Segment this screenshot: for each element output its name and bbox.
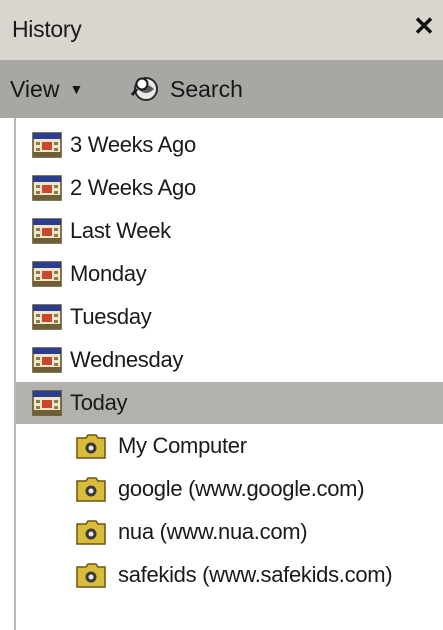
history-day-label: Tuesday <box>70 304 152 329</box>
folder-icon <box>76 563 106 588</box>
history-day-item[interactable]: 3 Weeks Ago <box>16 124 443 166</box>
history-day-label: Wednesday <box>70 347 184 372</box>
history-site-item[interactable]: My Computer <box>16 425 443 467</box>
history-site-label: safekids (www.safekids.com) <box>118 562 393 587</box>
calendar-icon <box>32 304 62 330</box>
view-label: View <box>10 75 60 102</box>
history-site-item[interactable]: google (www.google.com) <box>16 468 443 510</box>
history-site-item[interactable]: safekids (www.safekids.com) <box>16 554 443 596</box>
history-day-label: Today <box>70 390 128 415</box>
history-day-item[interactable]: Tuesday <box>16 296 443 338</box>
folder-icon <box>76 477 106 502</box>
history-day-label: Last Week <box>70 218 171 243</box>
history-day-label: 3 Weeks Ago <box>70 132 196 157</box>
dropdown-arrow-icon: ▼ <box>69 81 84 97</box>
history-day-label: 2 Weeks Ago <box>70 175 196 200</box>
calendar-icon <box>32 132 62 158</box>
calendar-icon <box>32 218 62 244</box>
search-button[interactable]: Search <box>130 72 243 106</box>
history-site-item[interactable]: nua (www.nua.com) <box>16 511 443 553</box>
folder-icon <box>76 434 106 459</box>
history-day-item[interactable]: 2 Weeks Ago <box>16 167 443 209</box>
history-day-label: Monday <box>70 261 147 286</box>
history-day-item[interactable]: Monday <box>16 253 443 295</box>
calendar-icon <box>32 347 62 373</box>
search-label: Search <box>170 75 243 102</box>
history-panel: History ✕ View ▼ Search 3 Weeks Ago 2 Wee… <box>0 0 443 630</box>
calendar-icon <box>32 390 62 416</box>
panel-title: History <box>12 16 82 42</box>
history-day-item[interactable]: Wednesday <box>16 339 443 381</box>
close-button[interactable]: ✕ <box>411 12 437 40</box>
toolbar: View ▼ Search <box>0 60 443 118</box>
close-icon: ✕ <box>413 11 435 41</box>
history-site-label: nua (www.nua.com) <box>118 519 308 544</box>
history-site-label: My Computer <box>118 433 247 458</box>
calendar-icon <box>32 261 62 287</box>
folder-icon <box>76 520 106 545</box>
view-menu-button[interactable]: View ▼ <box>10 74 83 104</box>
history-site-label: google (www.google.com) <box>118 476 365 501</box>
title-bar: History ✕ <box>0 0 443 60</box>
calendar-icon <box>32 175 62 201</box>
search-icon <box>130 77 158 101</box>
history-day-item[interactable]: Last Week <box>16 210 443 252</box>
history-day-item[interactable]: Today <box>16 382 443 424</box>
history-list: 3 Weeks Ago 2 Weeks Ago Last Week Monday Tue… <box>14 118 443 630</box>
